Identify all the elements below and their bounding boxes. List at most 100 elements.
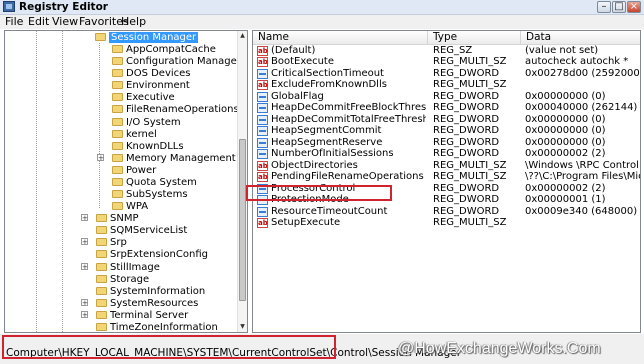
value-data: (value not set) <box>525 45 599 56</box>
tree-pane[interactable]: Session Manager AppCompatCache Configurati… <box>4 30 248 333</box>
value-name: SetupExecute <box>271 217 341 229</box>
tree-item[interactable]: I/O System <box>112 116 181 128</box>
tree-guide <box>99 43 100 208</box>
menu-view[interactable]: View <box>52 15 78 29</box>
tree-item[interactable]: SubSystems <box>112 188 188 200</box>
menu-file[interactable]: File <box>5 15 23 29</box>
folder-icon <box>112 165 123 174</box>
value-row[interactable]: HeapDeCommitFreeBlockThreshold REG_DWORD 0… <box>253 102 640 114</box>
tree-item[interactable]: Environment <box>112 79 190 91</box>
value-row[interactable]: ResourceTimeoutCount REG_DWORD 0x0009e340 … <box>253 206 640 218</box>
value-row[interactable]: ab ExcludeFromKnownDlls REG_MULTI_SZ <box>253 79 640 91</box>
tree-item[interactable]: Power <box>112 164 156 176</box>
watermark: @HowExchangeWorks.Com <box>398 340 601 357</box>
values-list[interactable]: Name Type Data ab (Default) REG_SZ (value n… <box>252 30 641 333</box>
status-highlight-box <box>2 335 336 359</box>
tree-item[interactable]: TimeZoneInformation <box>96 321 218 332</box>
binary-value-icon <box>257 91 268 102</box>
value-row[interactable]: HeapSegmentReserve REG_DWORD 0x00000000 (0… <box>253 136 640 149</box>
column-header-name[interactable]: Name <box>253 31 428 44</box>
folder-icon <box>112 57 123 66</box>
tree-item[interactable]: Storage <box>96 273 149 285</box>
folder-icon <box>112 69 123 78</box>
tree-item[interactable]: WPA <box>112 200 148 212</box>
tree-item[interactable]: Quota System <box>112 176 197 188</box>
tree-item[interactable]: + SNMP <box>81 212 139 224</box>
tree-item[interactable]: + SystemResources <box>81 297 199 309</box>
folder-icon <box>96 322 107 331</box>
minimize-button[interactable]: – <box>597 1 611 13</box>
tree-item[interactable]: SystemInformation <box>96 285 205 297</box>
string-value-icon: ab <box>257 46 268 56</box>
value-row[interactable]: ab PendingFileRenameOperations REG_MULTI_S… <box>253 171 640 183</box>
value-row[interactable]: ab BootExecute REG_MULTI_SZ autocheck autoc… <box>253 56 640 68</box>
folder-icon <box>96 214 107 223</box>
tree-item[interactable]: + Memory Management <box>97 152 236 164</box>
string-value-icon: ab <box>257 57 268 68</box>
tree-item[interactable]: kernel <box>112 128 157 140</box>
menu-edit[interactable]: Edit <box>28 15 49 29</box>
scroll-thumb[interactable] <box>239 139 246 301</box>
tree-item[interactable]: + Terminal Server <box>81 309 188 321</box>
tree-item-label: WPA <box>126 201 149 213</box>
scroll-down-arrow-icon[interactable]: ▼ <box>238 322 247 332</box>
value-name: HeapSegmentReserve <box>271 136 383 148</box>
tree-item-label: SQMServiceList <box>110 225 188 237</box>
value-name: PendingFileRenameOperations <box>271 171 424 183</box>
tree-item[interactable]: KnownDLLs <box>112 140 184 152</box>
tree-scrollbar[interactable]: ▲ ▼ <box>237 31 247 332</box>
expand-icon[interactable]: + <box>81 238 88 246</box>
folder-icon <box>112 153 123 162</box>
tree-item[interactable]: DOS Devices <box>112 67 191 79</box>
close-button[interactable]: × <box>627 1 641 13</box>
value-row[interactable]: HeapSegmentCommit REG_DWORD 0x00000000 (0) <box>253 125 640 137</box>
value-row[interactable]: GlobalFlag REG_DWORD 0x00000000 (0) <box>253 90 640 103</box>
expand-icon[interactable]: + <box>81 214 88 222</box>
tree-item-label: Environment <box>126 80 190 92</box>
tree-item[interactable]: SrpExtensionConfig <box>96 248 208 260</box>
value-row[interactable]: ab ObjectDirectories REG_MULTI_SZ \Windows … <box>253 160 640 172</box>
folder-icon <box>112 117 123 126</box>
folder-icon <box>96 262 107 271</box>
expand-icon[interactable]: + <box>97 153 104 161</box>
expand-icon[interactable]: + <box>81 262 88 270</box>
value-row[interactable]: ab SetupExecute REG_MULTI_SZ <box>253 217 640 229</box>
tree-item[interactable]: Configuration Manager <box>112 55 241 67</box>
tree-item[interactable]: + StillImage <box>81 261 160 273</box>
value-row[interactable]: HeapDeCommitTotalFreeThreshold REG_DWORD 0… <box>253 114 640 126</box>
tree-item[interactable]: AppCompatCache <box>112 43 216 55</box>
value-name: BootExecute <box>271 56 335 68</box>
value-data: 0x00000001 (1) <box>525 194 606 206</box>
tree-item[interactable]: Executive <box>112 91 175 103</box>
tree-item[interactable]: + Srp <box>81 236 127 249</box>
binary-value-icon <box>257 126 268 137</box>
folder-icon <box>112 190 123 199</box>
tree-item[interactable]: SQMServiceList <box>96 224 187 236</box>
tree-item[interactable]: FileRenameOperations <box>112 103 239 115</box>
tree-item-label: SystemResources <box>110 297 199 309</box>
tree-item-label: KnownDLLs <box>126 140 184 152</box>
folder-icon <box>96 298 107 307</box>
string-value-icon: ab <box>257 160 268 171</box>
column-header-type[interactable]: Type <box>428 31 521 44</box>
value-row[interactable]: CriticalSectionTimeout REG_DWORD 0x00278d0… <box>253 68 640 80</box>
menu-help[interactable]: Help <box>121 15 146 29</box>
tree-item-session-manager[interactable]: Session Manager <box>95 31 199 43</box>
value-name: HeapDeCommitFreeBlockThreshold <box>271 102 426 114</box>
value-type: REG_DWORD <box>433 90 500 102</box>
folder-icon <box>112 177 123 186</box>
expand-icon[interactable]: + <box>81 298 88 306</box>
value-data: 0x00040000 (262144) <box>525 102 638 114</box>
maximize-button[interactable]: □ <box>612 1 626 13</box>
expand-icon[interactable]: + <box>81 310 88 318</box>
tree-item-label: Srp <box>110 237 127 249</box>
value-row[interactable]: ab (Default) REG_SZ (value not set) <box>253 45 640 57</box>
folder-icon <box>112 81 123 90</box>
value-row[interactable]: NumberOfInitialSessions REG_DWORD 0x000000… <box>253 148 640 160</box>
tree-item-label: AppCompatCache <box>126 44 216 56</box>
column-header-data[interactable]: Data <box>521 31 640 44</box>
scroll-up-arrow-icon[interactable]: ▲ <box>238 31 247 41</box>
folder-icon <box>96 226 107 235</box>
folder-icon <box>96 286 107 295</box>
folder-icon <box>96 274 107 283</box>
